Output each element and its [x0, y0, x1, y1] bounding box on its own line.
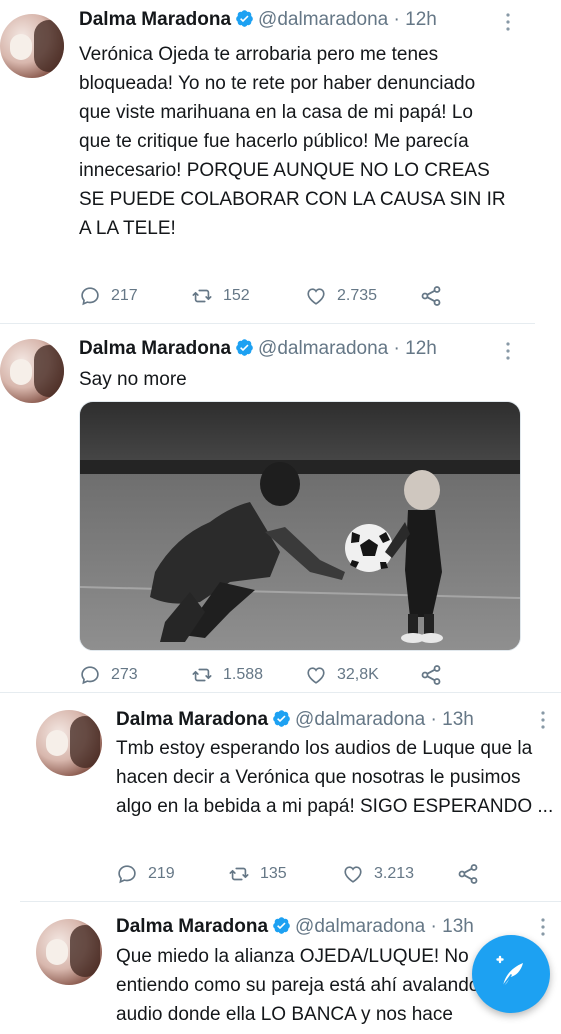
separator: · — [430, 916, 437, 937]
like-button[interactable]: 32,8K — [305, 661, 379, 689]
author-name[interactable]: Dalma Maradona — [79, 338, 231, 359]
author-handle[interactable]: @dalmaradona — [258, 338, 388, 359]
divider — [0, 323, 535, 324]
reply-count: 217 — [111, 287, 138, 304]
verified-badge-icon — [236, 10, 253, 27]
photo-image — [80, 402, 520, 650]
tweet-3[interactable]: Dalma Maradona @dalmaradona · 13h Tmb est… — [0, 694, 561, 902]
separator: · — [393, 9, 400, 30]
more-icon[interactable] — [500, 12, 516, 32]
avatar[interactable] — [0, 14, 64, 78]
like-icon — [344, 866, 362, 883]
tweet-header: Dalma Maradona @dalmaradona · 13h — [116, 915, 474, 939]
tweet-actions: 219 135 3.213 — [116, 860, 496, 888]
like-count: 2.735 — [337, 287, 378, 304]
retweet-button[interactable]: 1.588 — [191, 661, 263, 689]
tweet-header: Dalma Maradona @dalmaradona · 12h — [79, 337, 437, 361]
like-button[interactable]: 2.735 — [305, 282, 377, 310]
retweet-count: 135 — [260, 865, 287, 882]
retweet-count: 1.588 — [223, 666, 264, 683]
reply-button[interactable]: 273 — [79, 661, 138, 689]
divider — [20, 901, 561, 902]
author-handle[interactable]: @dalmaradona — [258, 9, 388, 30]
divider — [0, 692, 561, 693]
tweet-text: Say no more — [79, 369, 187, 390]
retweet-button[interactable]: 135 — [228, 860, 287, 888]
timestamp[interactable]: 13h — [442, 916, 474, 937]
reply-count: 273 — [111, 666, 138, 683]
tweet-1[interactable]: Dalma Maradona @dalmaradona · 12h Verónic… — [0, 0, 561, 324]
avatar[interactable] — [0, 339, 64, 403]
like-count: 32,8K — [337, 666, 379, 683]
avatar[interactable] — [36, 919, 102, 985]
reply-icon — [81, 287, 99, 306]
verified-badge-icon — [273, 917, 290, 934]
retweet-icon — [192, 289, 212, 303]
tweet-2[interactable]: Dalma Maradona @dalmaradona · 12h Say no … — [0, 325, 561, 693]
author-name[interactable]: Dalma Maradona — [116, 916, 268, 937]
reply-icon — [118, 865, 136, 884]
more-icon[interactable] — [500, 341, 516, 361]
tweet-text: Verónica Ojeda te arrobaria pero me tene… — [79, 44, 506, 239]
tweet-header: Dalma Maradona @dalmaradona · 12h — [79, 8, 437, 32]
author-name[interactable]: Dalma Maradona — [116, 709, 268, 730]
reply-icon — [81, 666, 99, 685]
retweet-icon — [192, 668, 212, 682]
reply-button[interactable]: 219 — [116, 860, 175, 888]
author-name[interactable]: Dalma Maradona — [79, 9, 231, 30]
more-icon[interactable] — [535, 917, 551, 937]
like-button[interactable]: 3.213 — [342, 860, 414, 888]
like-icon — [307, 667, 325, 684]
retweet-count: 152 — [223, 287, 250, 304]
like-count: 3.213 — [374, 865, 415, 882]
tweet-actions: 273 1.588 32,8K — [79, 661, 459, 689]
tweet-header: Dalma Maradona @dalmaradona · 13h — [116, 708, 474, 732]
like-icon — [307, 288, 325, 305]
tweet-text: Tmb estoy esperando los audios de Luque … — [116, 738, 554, 817]
timestamp[interactable]: 12h — [405, 9, 437, 30]
share-icon[interactable] — [419, 284, 443, 308]
author-handle[interactable]: @dalmaradona — [295, 916, 425, 937]
compose-tweet-icon — [496, 955, 523, 987]
share-icon[interactable] — [456, 862, 480, 886]
reply-count: 219 — [148, 865, 175, 882]
tweet-photo[interactable] — [79, 401, 521, 651]
verified-badge-icon — [236, 339, 253, 356]
separator: · — [430, 709, 437, 730]
separator: · — [393, 338, 400, 359]
reply-button[interactable]: 217 — [79, 282, 138, 310]
timestamp[interactable]: 13h — [442, 709, 474, 730]
author-handle[interactable]: @dalmaradona — [295, 709, 425, 730]
share-icon[interactable] — [419, 663, 443, 687]
retweet-icon — [229, 867, 249, 881]
retweet-button[interactable]: 152 — [191, 282, 250, 310]
more-icon[interactable] — [535, 710, 551, 730]
tweet-actions: 217 152 2.735 — [79, 282, 459, 310]
verified-badge-icon — [273, 710, 290, 727]
avatar[interactable] — [36, 710, 102, 776]
timestamp[interactable]: 12h — [405, 338, 437, 359]
compose-tweet-button[interactable] — [472, 935, 550, 1013]
